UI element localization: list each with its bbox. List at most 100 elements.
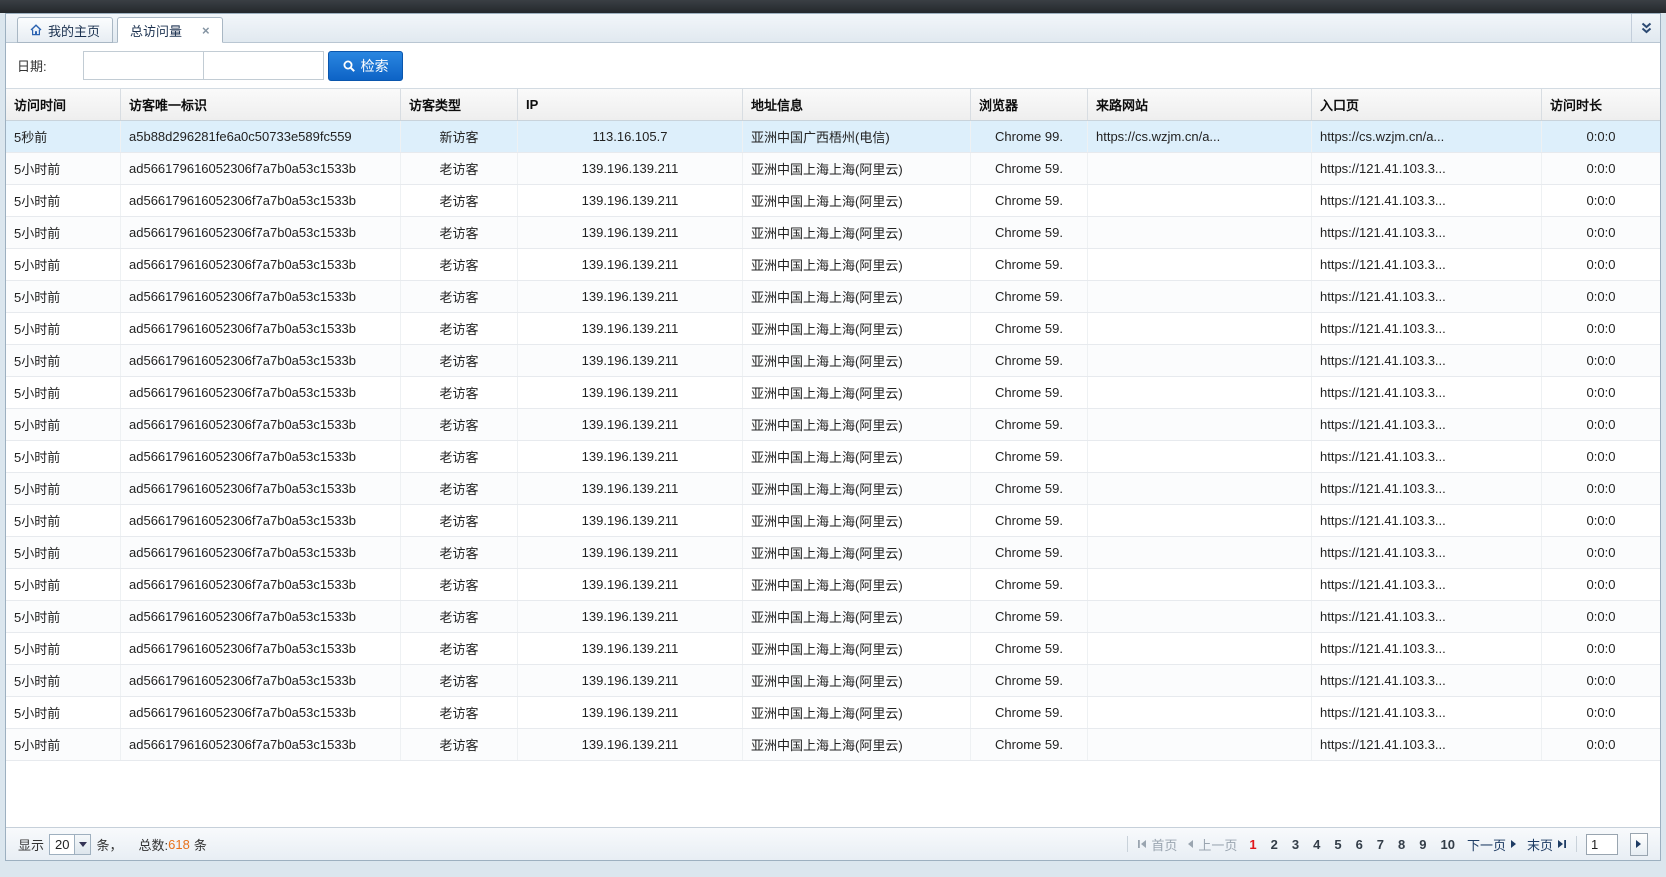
cell — [1088, 281, 1312, 312]
table-row[interactable]: 5小时前ad566179616052306f7a7b0a53c1533b老访客1… — [6, 601, 1660, 633]
page-number[interactable]: 8 — [1395, 837, 1408, 852]
page-number[interactable]: 6 — [1353, 837, 1366, 852]
first-page-icon — [1137, 839, 1147, 849]
cell: 0:0:0 — [1542, 569, 1660, 600]
cell: 5小时前 — [6, 185, 121, 216]
cell: 0:0:0 — [1542, 505, 1660, 536]
page-number[interactable]: 1 — [1246, 837, 1259, 852]
cell: 老访客 — [401, 185, 518, 216]
window-top-strip — [0, 0, 1666, 13]
cell: 老访客 — [401, 633, 518, 664]
cell: 0:0:0 — [1542, 281, 1660, 312]
cell: 5小时前 — [6, 505, 121, 536]
cell: 老访客 — [401, 249, 518, 280]
tab-overflow-button[interactable] — [1637, 19, 1655, 37]
date-to-input[interactable] — [203, 51, 324, 80]
last-page-button[interactable]: 末页 — [1527, 835, 1567, 854]
pagination: 首页 上一页 123456789 10 下一页 末页 — [1127, 833, 1648, 856]
page-number[interactable]: 9 — [1416, 837, 1429, 852]
table-row[interactable]: 5小时前ad566179616052306f7a7b0a53c1533b老访客1… — [6, 377, 1660, 409]
first-page-button[interactable]: 首页 — [1137, 835, 1177, 854]
cell: ad566179616052306f7a7b0a53c1533b — [121, 697, 401, 728]
cell: 亚洲中国上海上海(阿里云) — [743, 345, 971, 376]
last-page-icon — [1557, 839, 1567, 849]
table-row[interactable]: 5小时前ad566179616052306f7a7b0a53c1533b老访客1… — [6, 633, 1660, 665]
home-icon — [30, 24, 42, 36]
cell: 139.196.139.211 — [518, 409, 743, 440]
table-row[interactable]: 5秒前a5b88d296281fe6a0c50733e589fc559新访客11… — [6, 121, 1660, 153]
cell: 0:0:0 — [1542, 697, 1660, 728]
cell: https://121.41.103.3... — [1312, 473, 1542, 504]
cell: ad566179616052306f7a7b0a53c1533b — [121, 473, 401, 504]
cell — [1088, 633, 1312, 664]
page-number[interactable]: 4 — [1310, 837, 1323, 852]
table-row[interactable]: 5小时前ad566179616052306f7a7b0a53c1533b老访客1… — [6, 185, 1660, 217]
prev-page-button[interactable]: 上一页 — [1186, 835, 1237, 854]
cell: 5秒前 — [6, 121, 121, 152]
table-row[interactable]: 5小时前ad566179616052306f7a7b0a53c1533b老访客1… — [6, 249, 1660, 281]
table-row[interactable]: 5小时前ad566179616052306f7a7b0a53c1533b老访客1… — [6, 697, 1660, 729]
cell: 5小时前 — [6, 601, 121, 632]
table-row[interactable]: 5小时前ad566179616052306f7a7b0a53c1533b老访客1… — [6, 569, 1660, 601]
search-button[interactable]: 检索 — [328, 51, 403, 81]
table-row[interactable]: 5小时前ad566179616052306f7a7b0a53c1533b老访客1… — [6, 281, 1660, 313]
page-size-select[interactable]: 20 — [49, 834, 91, 855]
cell: ad566179616052306f7a7b0a53c1533b — [121, 441, 401, 472]
table-row[interactable]: 5小时前ad566179616052306f7a7b0a53c1533b老访客1… — [6, 505, 1660, 537]
cell: Chrome 59. — [971, 377, 1088, 408]
tab-total-visits[interactable]: 总访问量 × — [117, 17, 223, 43]
page-size-dropdown[interactable] — [74, 835, 90, 854]
table-row[interactable]: 5小时前ad566179616052306f7a7b0a53c1533b老访客1… — [6, 345, 1660, 377]
header-visitor-id: 访客唯一标识 — [121, 89, 401, 120]
display-label: 显示 — [18, 835, 44, 854]
page-number[interactable]: 7 — [1374, 837, 1387, 852]
table-row[interactable]: 5小时前ad566179616052306f7a7b0a53c1533b老访客1… — [6, 217, 1660, 249]
table-row[interactable]: 5小时前ad566179616052306f7a7b0a53c1533b老访客1… — [6, 537, 1660, 569]
table-row[interactable]: 5小时前ad566179616052306f7a7b0a53c1533b老访客1… — [6, 409, 1660, 441]
date-from-input[interactable] — [83, 51, 204, 80]
cell: 139.196.139.211 — [518, 633, 743, 664]
table-row[interactable]: 5小时前ad566179616052306f7a7b0a53c1533b老访客1… — [6, 729, 1660, 761]
tab-label: 总访问量 — [130, 21, 182, 40]
page-number[interactable]: 5 — [1331, 837, 1344, 852]
cell: ad566179616052306f7a7b0a53c1533b — [121, 281, 401, 312]
cell: 0:0:0 — [1542, 473, 1660, 504]
cell — [1088, 249, 1312, 280]
cell: Chrome 59. — [971, 185, 1088, 216]
cell: Chrome 59. — [971, 633, 1088, 664]
table-row[interactable]: 5小时前ad566179616052306f7a7b0a53c1533b老访客1… — [6, 313, 1660, 345]
cell: 139.196.139.211 — [518, 185, 743, 216]
page-number[interactable]: 2 — [1268, 837, 1281, 852]
cell: 老访客 — [401, 473, 518, 504]
cell: 139.196.139.211 — [518, 729, 743, 760]
cell: 139.196.139.211 — [518, 441, 743, 472]
cell: 老访客 — [401, 505, 518, 536]
cell: 5小时前 — [6, 441, 121, 472]
page-number[interactable]: 3 — [1289, 837, 1302, 852]
page-go-button[interactable] — [1630, 833, 1648, 856]
cell: 亚洲中国上海上海(阿里云) — [743, 409, 971, 440]
cell: Chrome 59. — [971, 505, 1088, 536]
table-row[interactable]: 5小时前ad566179616052306f7a7b0a53c1533b老访客1… — [6, 473, 1660, 505]
next-page-button[interactable]: 下一页 — [1467, 835, 1518, 854]
table-row[interactable]: 5小时前ad566179616052306f7a7b0a53c1533b老访客1… — [6, 665, 1660, 697]
cell: ad566179616052306f7a7b0a53c1533b — [121, 601, 401, 632]
cell: Chrome 99. — [971, 121, 1088, 152]
cell: 亚洲中国上海上海(阿里云) — [743, 441, 971, 472]
cell: 亚洲中国上海上海(阿里云) — [743, 505, 971, 536]
table-row[interactable]: 5小时前ad566179616052306f7a7b0a53c1533b老访客1… — [6, 441, 1660, 473]
tab-close-icon[interactable]: × — [202, 24, 210, 37]
cell: 5小时前 — [6, 217, 121, 248]
cell: 亚洲中国上海上海(阿里云) — [743, 697, 971, 728]
cell: 139.196.139.211 — [518, 601, 743, 632]
cell: Chrome 59. — [971, 345, 1088, 376]
page-jump-input[interactable] — [1586, 834, 1618, 855]
cell: 0:0:0 — [1542, 313, 1660, 344]
page-number[interactable]: 10 — [1438, 837, 1458, 852]
table-row[interactable]: 5小时前ad566179616052306f7a7b0a53c1533b老访客1… — [6, 153, 1660, 185]
tab-my-homepage[interactable]: 我的主页 — [17, 17, 113, 43]
cell: 老访客 — [401, 729, 518, 760]
cell: ad566179616052306f7a7b0a53c1533b — [121, 537, 401, 568]
cell: 5小时前 — [6, 569, 121, 600]
total-label: 总数: — [139, 835, 169, 854]
